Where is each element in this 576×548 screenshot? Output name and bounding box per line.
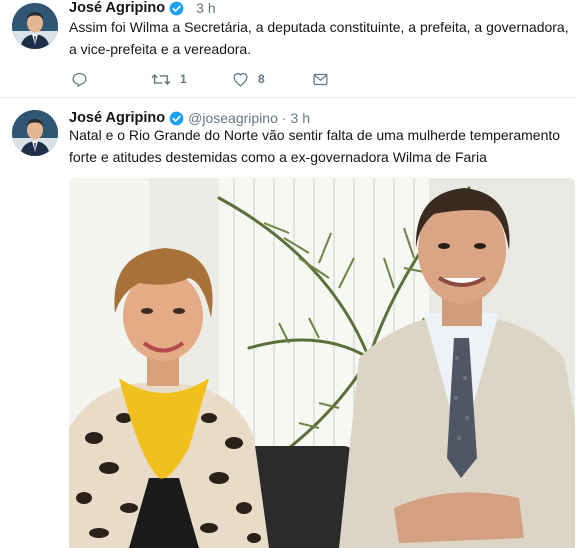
direct-message-button[interactable] (312, 68, 329, 90)
avatar[interactable] (12, 3, 58, 49)
tweet-photo[interactable] (69, 178, 575, 548)
tweet-timestamp[interactable]: 3 h (196, 0, 215, 16)
reply-button[interactable] (71, 68, 88, 90)
tweet-text: Natal e o Rio Grande do Norte vão sentir… (69, 127, 561, 165)
author-name[interactable]: José Agripino (69, 0, 165, 16)
heart-icon (232, 71, 249, 88)
envelope-icon (312, 71, 329, 88)
tweet-text: Assim foi Wilma a Secretária, a deputada… (69, 19, 569, 57)
retweet-icon (151, 71, 171, 88)
tweet-actions: 1 8 (69, 68, 369, 90)
retweet-count: 1 (180, 72, 187, 86)
retweet-button[interactable]: 1 (151, 68, 187, 90)
reply-icon (71, 71, 88, 88)
tweet[interactable]: José Agripino @joseagripino · 3 h Natal … (0, 98, 576, 548)
verified-badge-icon (169, 1, 184, 16)
tweet[interactable]: José Agripino 3 h Assim foi Wilma a Secr… (0, 0, 576, 98)
like-count: 8 (258, 72, 265, 86)
avatar[interactable] (12, 110, 58, 156)
like-button[interactable]: 8 (232, 68, 265, 90)
